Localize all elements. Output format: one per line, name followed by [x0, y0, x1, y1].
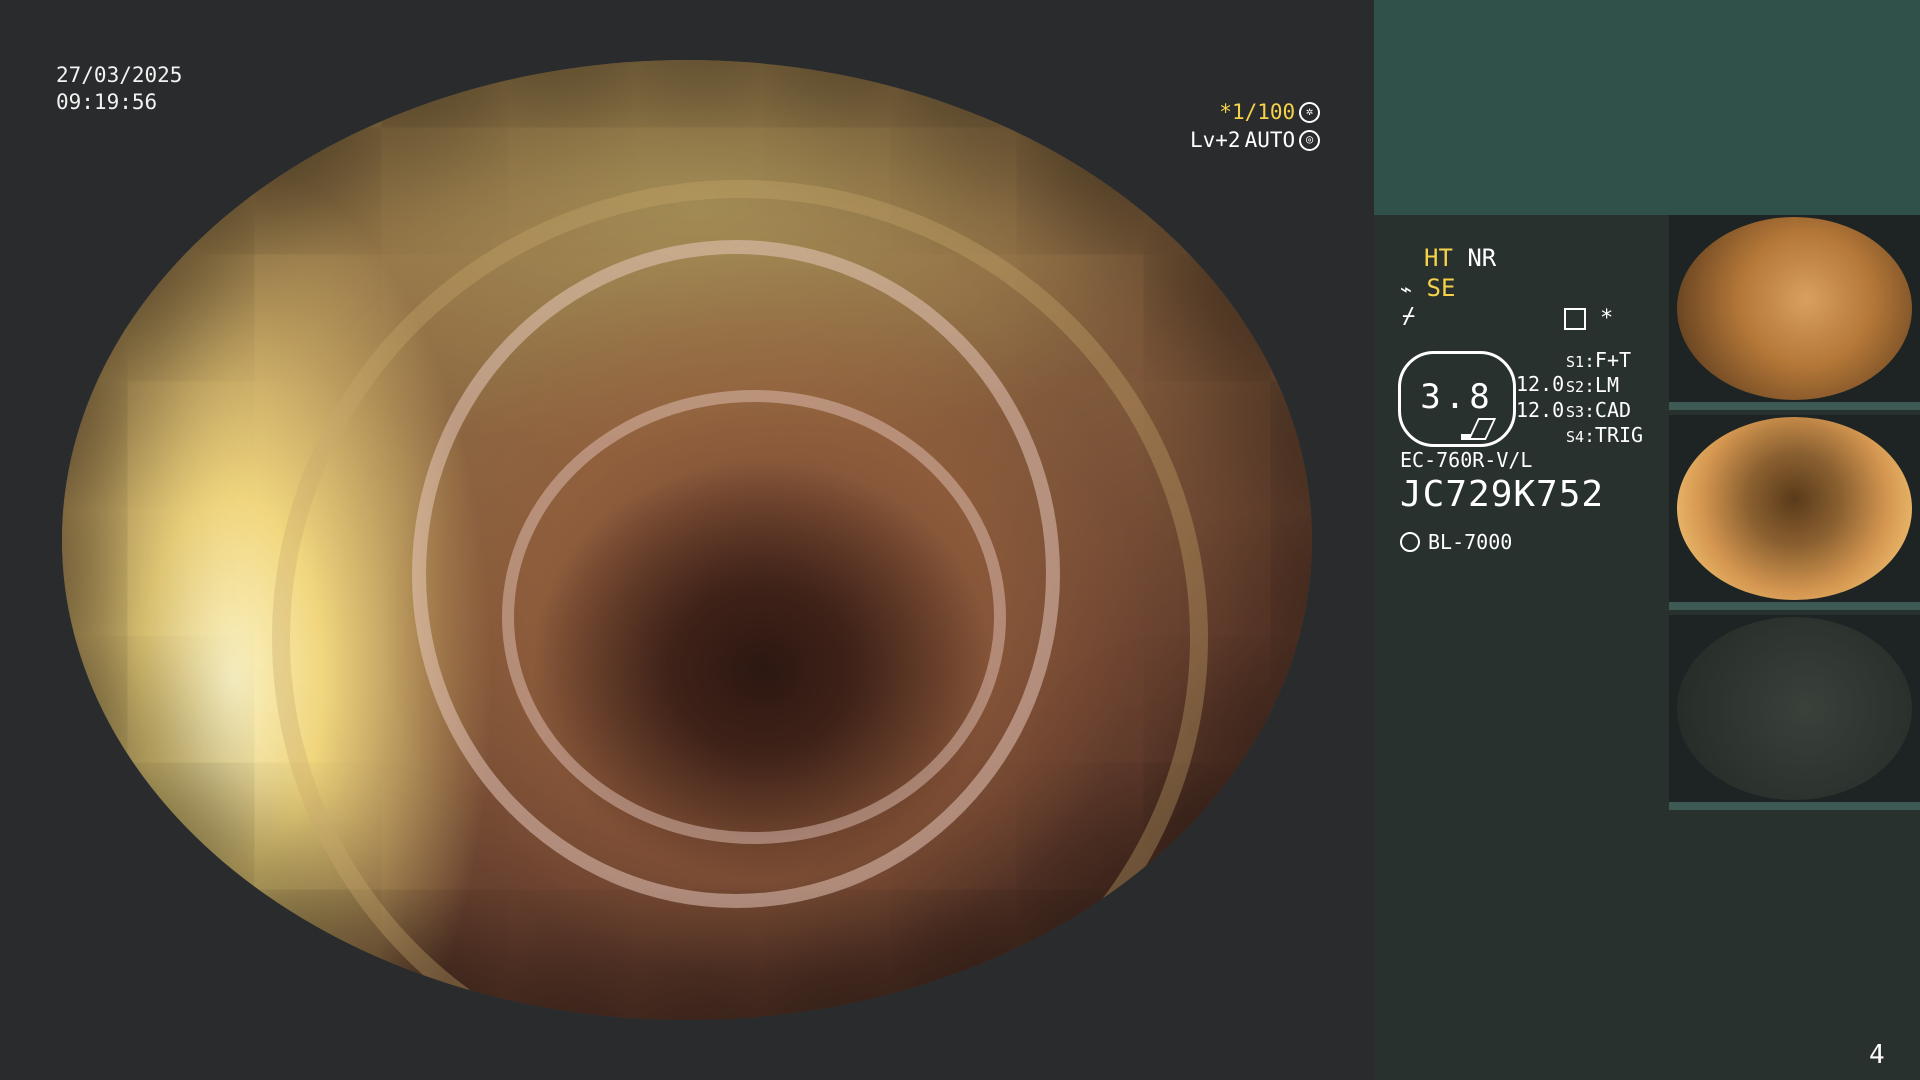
light-source: BL-7000: [1400, 530, 1512, 554]
switch-s3: S3:CAD: [1566, 398, 1632, 422]
exposure-hud: *1/100 ✲ Lv+2 AUTO ◎: [1190, 98, 1321, 154]
switch-value: CAD: [1594, 398, 1632, 422]
switch-key: S1: [1566, 353, 1585, 371]
shutter-line: *1/100 ✲: [1190, 98, 1321, 126]
ht-label: HT: [1424, 244, 1453, 272]
thumbnail-1[interactable]: [1669, 215, 1920, 410]
switch-value: TRIG: [1594, 423, 1644, 447]
ht-nr-row: HT NR: [1424, 244, 1496, 272]
se-label: SE: [1426, 274, 1456, 302]
scope-model: EC-760R-V/L: [1400, 448, 1533, 472]
light-source-icon: [1400, 532, 1420, 552]
thumbnail-bar: [1669, 802, 1920, 810]
iris-mode: AUTO: [1244, 128, 1296, 152]
shutter-speed: *1/100: [1219, 100, 1296, 124]
switch-s4: S4:TRIG: [1566, 423, 1644, 447]
aperture-icon: ✲: [1299, 101, 1321, 123]
status-icons: *: [1564, 306, 1613, 331]
info-panel-top: [1374, 0, 1920, 215]
thumbnail-image: [1677, 217, 1912, 400]
nr-label: NR: [1467, 244, 1497, 272]
thumbnail-bar: [1669, 602, 1920, 610]
iris-icon: ◎: [1299, 129, 1321, 151]
switch-value: LM: [1594, 373, 1619, 397]
page-number: 4: [1869, 1040, 1885, 1070]
thumbnail-image: [1677, 417, 1912, 600]
switch-value: F+T: [1594, 348, 1632, 372]
gauge-value: 3.8: [1420, 377, 1494, 417]
thumbnail-2[interactable]: [1669, 415, 1920, 610]
brightness-level: Lv+2: [1190, 128, 1241, 152]
switch-key: S2: [1566, 378, 1585, 396]
star-mark: *: [1600, 306, 1614, 331]
switch-key: S3: [1566, 403, 1585, 421]
switch-s1: S1:F+T: [1566, 348, 1632, 372]
level-line: Lv+2 AUTO ◎: [1190, 126, 1321, 154]
switch-s2: S2:LM: [1566, 373, 1619, 397]
light-source-label: BL-7000: [1428, 530, 1513, 554]
endoscopy-folds: [62, 60, 1312, 1020]
thumbnail-3[interactable]: [1669, 615, 1920, 810]
se-row: ⌁ SE: [1400, 274, 1455, 302]
menu-icon: [1564, 307, 1586, 330]
se-icon: ⌁: [1400, 277, 1413, 301]
switch-key: S4: [1566, 428, 1585, 446]
thumbnail-bar: [1669, 402, 1920, 410]
endoscopy-view: [62, 60, 1312, 1020]
thumbnail-image: [1677, 617, 1912, 800]
value-a: 12.0: [1516, 372, 1565, 396]
zoom-gauge: 3.8: [1398, 351, 1516, 447]
value-b: 12.0: [1516, 398, 1565, 422]
serial-number: JC729K752: [1400, 474, 1605, 515]
freeze-icon: ⌿: [1402, 304, 1416, 329]
